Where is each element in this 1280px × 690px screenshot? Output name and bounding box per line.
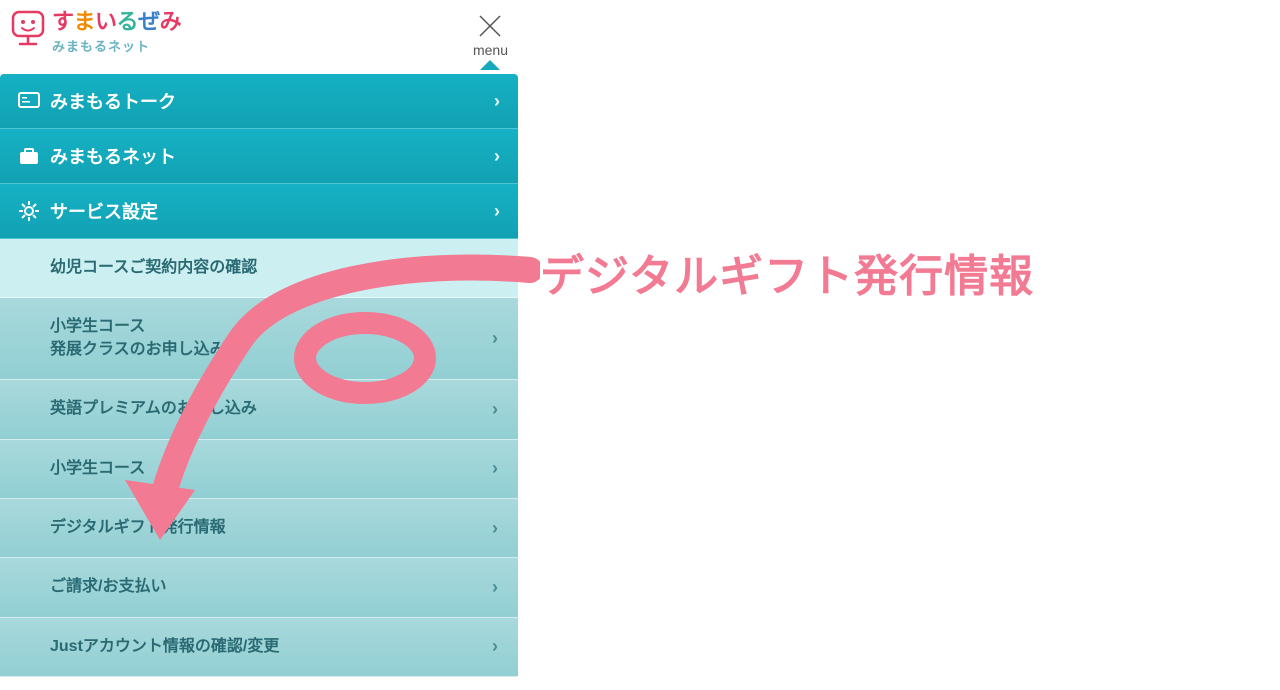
nav-item-net[interactable]: みまもるネット › <box>0 129 518 184</box>
nav-item-label: みまもるトーク <box>50 88 176 114</box>
sub-item-label: Justアカウント情報の確認/変更 <box>50 636 279 658</box>
nav-item-label: みまもるネット <box>50 143 176 169</box>
brand-logo-icon <box>10 8 46 52</box>
gear-icon <box>18 200 40 222</box>
logo-subtitle: みまもるネット <box>52 36 181 55</box>
nav-item-settings[interactable]: サービス設定 › <box>0 184 518 239</box>
chevron-right-icon: › <box>494 91 500 112</box>
annotation-text: デジタルギフト発行情報 <box>540 240 1034 304</box>
chevron-right-icon: › <box>492 577 498 598</box>
chevron-right-icon: › <box>492 458 498 479</box>
sub-item-elem-course[interactable]: 小学生コース › <box>0 440 518 499</box>
app-header: すまいるぜみ みまもるネット menu <box>0 0 518 74</box>
sub-item-billing[interactable]: ご請求/お支払い › <box>0 558 518 617</box>
chevron-right-icon: › <box>492 258 498 279</box>
sub-item-infant[interactable]: 幼児コースご契約内容の確認 › <box>0 239 518 298</box>
nav-item-label: サービス設定 <box>50 198 158 224</box>
chevron-right-icon: › <box>494 201 500 222</box>
close-icon <box>476 12 504 40</box>
menu-toggle-button[interactable]: menu <box>473 8 508 70</box>
logo-text: すまいるぜみ みまもるネット <box>52 8 181 55</box>
chevron-right-icon: › <box>492 399 498 420</box>
sub-item-english[interactable]: 英語プレミアムのお申し込み › <box>0 380 518 439</box>
sub-item-just-account[interactable]: Justアカウント情報の確認/変更 › <box>0 618 518 677</box>
sub-item-elem-advanced[interactable]: 小学生コース 発展クラスのお申し込み › <box>0 298 518 380</box>
sub-item-label: デジタルギフト発行情報 <box>50 517 226 539</box>
chevron-right-icon: › <box>494 146 500 167</box>
sub-item-label: 小学生コース 発展クラスのお申し込み <box>50 316 226 361</box>
chevron-right-icon: › <box>492 636 498 657</box>
sub-item-label: 幼児コースご契約内容の確認 <box>50 257 257 279</box>
briefcase-icon <box>18 145 40 167</box>
sub-item-label: 英語プレミアムのお申し込み <box>50 398 257 420</box>
logo-title: すまいるぜみ <box>52 10 181 34</box>
menu-label: menu <box>473 42 508 58</box>
sub-item-label: ご請求/お支払い <box>50 576 166 598</box>
nav-item-talk[interactable]: みまもるトーク › <box>0 74 518 129</box>
menu-caret-icon <box>480 60 500 70</box>
sub-item-digital-gift[interactable]: デジタルギフト発行情報 › <box>0 499 518 558</box>
chat-icon <box>18 90 40 112</box>
chevron-right-icon: › <box>492 518 498 539</box>
chevron-right-icon: › <box>492 328 498 349</box>
main-menu: みまもるトーク › みまもるネット › サービス設定 › 幼児コースご契約内容の… <box>0 74 518 677</box>
sub-item-label: 小学生コース <box>50 458 145 480</box>
logo-area[interactable]: すまいるぜみ みまもるネット <box>10 8 181 55</box>
